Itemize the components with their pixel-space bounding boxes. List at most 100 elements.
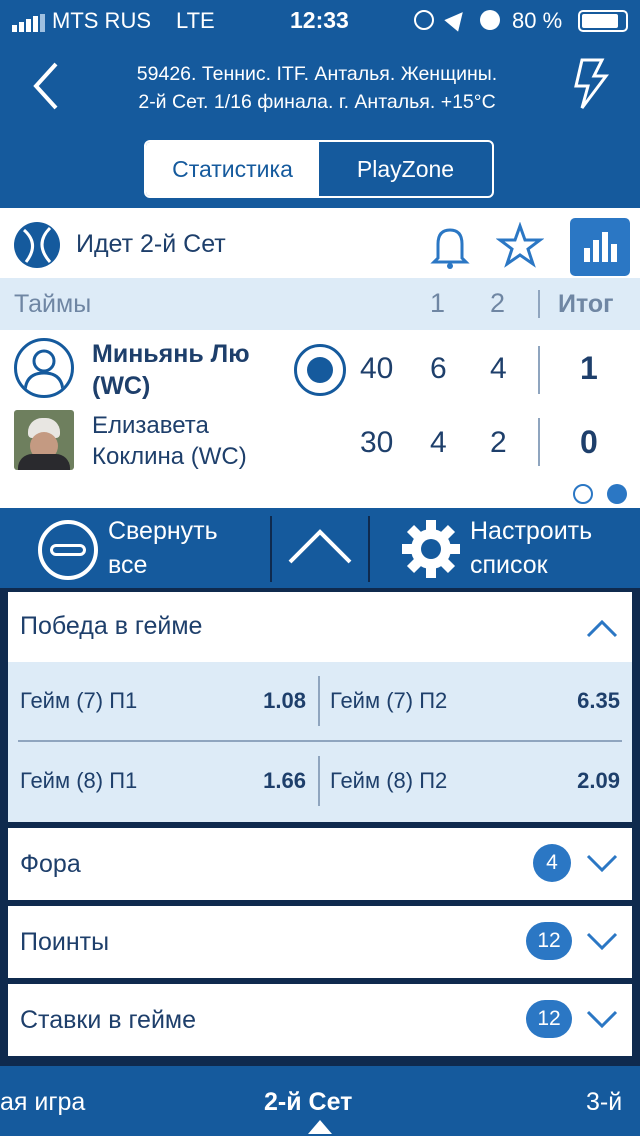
set-header-1: 1 <box>430 288 446 318</box>
count-badge: 12 <box>526 1000 572 1038</box>
market-panel[interactable]: Ставки в гейме 12 <box>8 984 632 1056</box>
odds-label: Гейм (8) П2 <box>330 768 448 793</box>
player-row: Елизавета Коклина (WC) 30 4 2 0 <box>0 408 640 478</box>
status-bar: MTS RUS LTE 12:33 80 % <box>0 0 640 40</box>
page-dot-active[interactable] <box>607 484 627 504</box>
scoreboard-card: Идет 2-й Сет Таймы 1 2 Итог Миньянь Лю (… <box>0 208 640 508</box>
market-title: Ставки в гейме <box>20 1006 197 1034</box>
divider <box>538 290 540 318</box>
player-set-1: 4 <box>430 426 447 459</box>
signal-icon <box>12 12 48 32</box>
player-name: Миньянь Лю (WC) <box>92 338 250 402</box>
collapse-all-button[interactable]: Свернуть все <box>0 508 270 588</box>
player-points: 30 <box>360 426 394 459</box>
favorite-button[interactable] <box>495 221 545 270</box>
divider <box>538 418 540 466</box>
odds-cell[interactable]: Гейм (7) П2 6.35 <box>320 662 632 740</box>
player-row: Миньянь Лю (WC) 40 6 4 1 <box>0 332 640 408</box>
period-tab-bar: ая игра 2-й Сет 3-й <box>0 1066 640 1136</box>
configure-label-line2: список <box>470 551 548 579</box>
toolbar: Свернуть все Настроить список <box>0 508 640 588</box>
count-badge: 4 <box>533 844 571 882</box>
notifications-button[interactable] <box>428 222 472 270</box>
odds-label: Гейм (7) П2 <box>330 688 448 713</box>
configure-label-line1: Настроить <box>470 517 593 545</box>
market-title: Поинты <box>20 928 110 956</box>
chevron-up-icon <box>288 529 352 564</box>
odds-grid: Гейм (7) П1 1.08 Гейм (7) П2 6.35 Гейм (… <box>8 662 632 822</box>
odds-value: 1.66 <box>263 768 306 793</box>
configure-list-button[interactable]: Настроить список <box>370 508 640 588</box>
chevron-down-icon <box>586 1010 618 1029</box>
tennis-ball-icon <box>14 222 60 268</box>
player-total: 0 <box>580 424 598 460</box>
configure-label: Настроить список <box>470 514 592 582</box>
scroll-up-button[interactable] <box>272 508 368 588</box>
match-title-line1: 59426. Теннис. ITF. Анталья. Женщины. <box>136 63 498 85</box>
gear-icon <box>400 518 462 580</box>
rotation-lock-icon <box>414 10 434 30</box>
tab-statistics[interactable]: Статистика <box>146 142 319 196</box>
live-button[interactable] <box>568 56 614 112</box>
stats-button[interactable] <box>570 218 630 276</box>
avatar-placeholder-icon <box>14 338 74 398</box>
market-header[interactable]: Победа в гейме <box>8 592 632 662</box>
set-header-2: 2 <box>490 288 506 318</box>
odds-value: 2.09 <box>577 768 620 793</box>
market-panel[interactable]: Поинты 12 <box>8 906 632 978</box>
total-header: Итог <box>558 290 614 318</box>
market-title: Победа в гейме <box>20 612 203 640</box>
player-points: 40 <box>360 352 394 385</box>
odds-value: 1.08 <box>263 688 306 713</box>
period-tab-next[interactable]: 3-й <box>586 1088 622 1117</box>
player-set-2: 4 <box>490 352 507 385</box>
tab-playzone[interactable]: PlayZone <box>319 142 492 196</box>
collapse-label-line2: все <box>108 551 148 579</box>
bar-chart-icon <box>584 232 617 262</box>
odds-value: 6.35 <box>577 688 620 713</box>
divider <box>538 346 540 394</box>
collapse-icon <box>38 520 98 580</box>
location-icon <box>444 6 470 32</box>
chevron-left-icon <box>33 62 58 110</box>
chevron-down-icon <box>586 932 618 951</box>
match-title: 59426. Теннис. ITF. Анталья. Женщины. 2-… <box>92 60 542 116</box>
player-photo <box>14 410 74 470</box>
header: 59426. Теннис. ITF. Анталья. Женщины. 2-… <box>0 40 640 208</box>
serve-indicator-icon <box>294 344 346 396</box>
market-panel[interactable]: Фора 4 <box>8 828 632 900</box>
columns-label: Таймы <box>14 290 92 318</box>
chevron-down-icon <box>586 854 618 873</box>
player-name: Елизавета Коклина (WC) <box>92 410 247 472</box>
star-icon <box>495 221 545 268</box>
clock: 12:33 <box>290 7 349 33</box>
market-panel: Победа в гейме Гейм (7) П1 1.08 Гейм (7)… <box>8 592 632 822</box>
player-name-line2: Коклина (WC) <box>92 443 247 470</box>
market-title: Фора <box>20 850 81 878</box>
odds-label: Гейм (7) П1 <box>20 688 138 713</box>
collapse-label: Свернуть все <box>108 514 218 582</box>
odds-cell[interactable]: Гейм (8) П1 1.66 <box>8 742 318 822</box>
page-dot-inactive[interactable] <box>573 484 593 504</box>
player-set-2: 2 <box>490 426 507 459</box>
match-status: Идет 2-й Сет <box>76 230 226 258</box>
period-tab-current[interactable]: 2-й Сет <box>264 1088 352 1117</box>
player-name-line2: (WC) <box>92 372 151 400</box>
player-name-line1: Миньянь Лю <box>92 340 250 368</box>
period-tab-previous[interactable]: ая игра <box>0 1088 85 1117</box>
tab-switcher: Статистика PlayZone <box>144 140 494 198</box>
battery-icon <box>578 10 628 32</box>
back-button[interactable] <box>22 58 72 114</box>
alarm-icon <box>480 10 500 30</box>
odds-cell[interactable]: Гейм (8) П2 2.09 <box>320 742 632 822</box>
player-name-line1: Елизавета <box>92 412 209 439</box>
match-title-line2: 2-й Сет. 1/16 финала. г. Анталья. +15°С <box>138 91 496 113</box>
count-badge: 12 <box>526 922 572 960</box>
chevron-up-icon <box>586 619 618 638</box>
collapse-label-line1: Свернуть <box>108 517 218 545</box>
odds-label: Гейм (8) П1 <box>20 768 138 793</box>
odds-cell[interactable]: Гейм (7) П1 1.08 <box>8 662 318 740</box>
player-total: 1 <box>580 350 598 386</box>
bell-icon <box>430 228 470 269</box>
network: LTE <box>176 8 215 33</box>
